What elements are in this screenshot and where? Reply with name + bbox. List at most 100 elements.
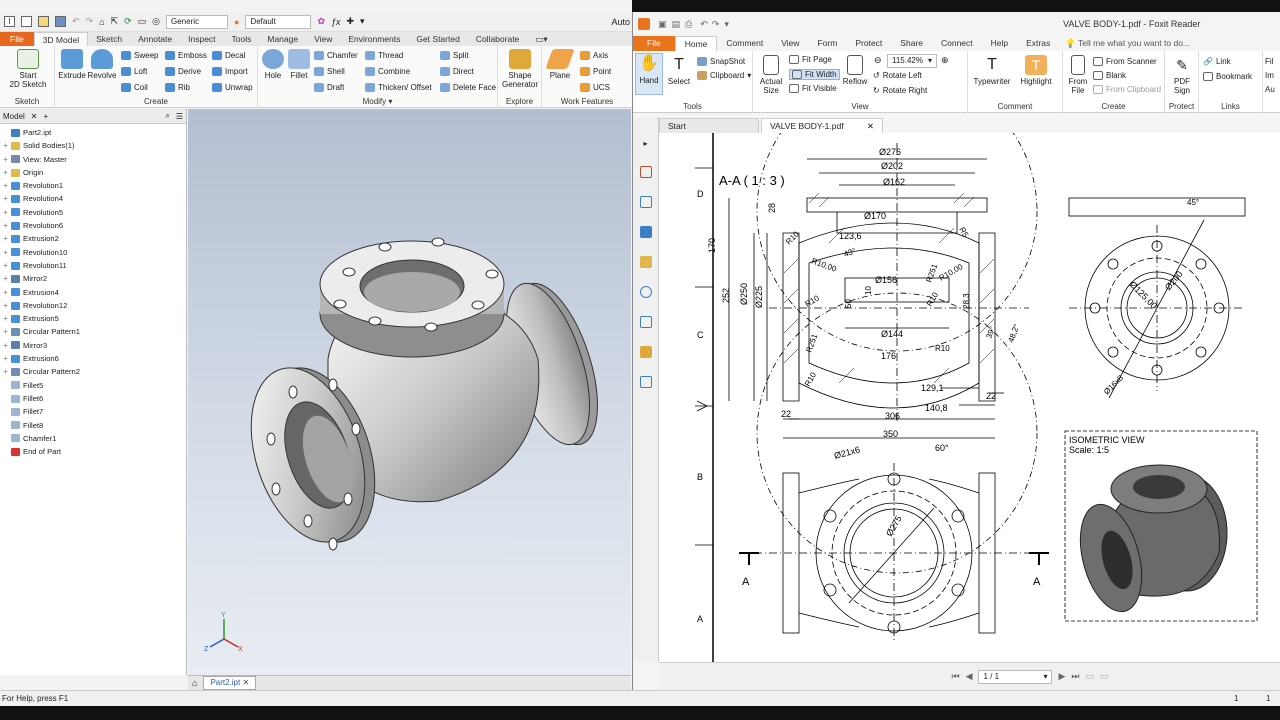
color-icon[interactable]: ✿ bbox=[317, 16, 325, 27]
pages-icon[interactable] bbox=[639, 166, 652, 178]
tab-annotate[interactable]: Annotate bbox=[130, 32, 180, 46]
tab-manage[interactable]: Manage bbox=[259, 32, 306, 46]
3d-viewport[interactable]: Y X Z bbox=[188, 109, 631, 675]
thumbnails-icon[interactable] bbox=[639, 196, 652, 208]
blank-button[interactable]: Blank bbox=[1093, 71, 1126, 80]
save-icon[interactable]: ▤ bbox=[672, 19, 681, 30]
appearance-dropdown[interactable]: Generic bbox=[166, 14, 228, 29]
rib-button[interactable]: Rib bbox=[165, 83, 190, 92]
expand-icon[interactable]: + bbox=[2, 365, 9, 378]
expand-icon[interactable]: + bbox=[2, 325, 9, 338]
fit-width-button[interactable]: Fit Width bbox=[789, 69, 840, 80]
home-icon[interactable]: ⌂ bbox=[99, 17, 104, 27]
tab-file[interactable]: File bbox=[633, 36, 675, 51]
lock-icon[interactable] bbox=[639, 346, 652, 358]
open-icon[interactable]: ▣ bbox=[658, 19, 667, 30]
expand-icon[interactable]: + bbox=[2, 192, 9, 205]
shell-button[interactable]: Shell bbox=[314, 67, 345, 76]
thread-button[interactable]: Thread bbox=[365, 51, 403, 60]
first-page-icon[interactable]: ⏮ bbox=[951, 671, 959, 682]
menu-icon[interactable]: ☰ bbox=[176, 112, 183, 121]
previous-page-icon[interactable]: ◀ bbox=[966, 671, 973, 682]
app-menu-icon[interactable]: I bbox=[4, 16, 15, 27]
browser-item[interactable]: + Revolution5 bbox=[2, 206, 186, 219]
group-modify-label[interactable]: Modify ▾ bbox=[258, 97, 497, 106]
browser-item[interactable]: Part2.ipt bbox=[2, 126, 186, 139]
facing-view-icon[interactable]: ▭ bbox=[1100, 671, 1109, 682]
dropdown-icon[interactable]: ▾ bbox=[360, 16, 365, 27]
tab-inspect[interactable]: Inspect bbox=[180, 32, 223, 46]
draft-button[interactable]: Draft bbox=[314, 83, 344, 92]
browser-item[interactable]: Fillet7 bbox=[2, 405, 186, 418]
undo-icon[interactable]: ↶ bbox=[72, 16, 80, 27]
sweep-button[interactable]: Sweep bbox=[121, 51, 158, 60]
rotate-left-button[interactable]: ↺ Rotate Left bbox=[873, 71, 922, 80]
hand-button[interactable]: ✋ Hand bbox=[635, 53, 663, 95]
last-page-icon[interactable]: ⏭ bbox=[1071, 671, 1079, 682]
open-icon[interactable] bbox=[38, 16, 49, 27]
browser-item[interactable]: + Revolution6 bbox=[2, 219, 186, 232]
browser-item[interactable]: Chamfer1 bbox=[2, 432, 186, 445]
tab-form[interactable]: Form bbox=[809, 36, 847, 51]
expand-icon[interactable]: + bbox=[2, 232, 9, 245]
browser-item[interactable]: + Mirror3 bbox=[2, 339, 186, 352]
save-icon[interactable] bbox=[55, 16, 66, 27]
direct-button[interactable]: Direct bbox=[440, 67, 474, 76]
attachment-icon[interactable] bbox=[639, 286, 652, 298]
tab-collaborate[interactable]: Collaborate bbox=[468, 32, 527, 46]
expand-icon[interactable]: + bbox=[2, 339, 9, 352]
axis-button[interactable]: Axis bbox=[580, 51, 608, 60]
expand-icon[interactable]: + bbox=[2, 139, 9, 152]
continuous-view-icon[interactable]: ▭ bbox=[1086, 671, 1095, 682]
snapshot-button[interactable]: SnapShot bbox=[697, 57, 745, 66]
tab-get-started[interactable]: Get Started bbox=[408, 32, 467, 46]
extrude-button[interactable]: Extrude bbox=[57, 49, 87, 80]
shape-generator-button[interactable]: Shape Generator bbox=[500, 49, 540, 89]
expand-icon[interactable]: + bbox=[2, 246, 9, 259]
browser-item[interactable]: + Revolution12 bbox=[2, 299, 186, 312]
revolve-button[interactable]: Revolve bbox=[87, 49, 117, 80]
fillet-button[interactable]: Fillet bbox=[286, 49, 312, 80]
browser-item[interactable]: + Circular Pattern1 bbox=[2, 325, 186, 338]
emboss-button[interactable]: Emboss bbox=[165, 51, 207, 60]
fit-page-button[interactable]: Fit Page bbox=[789, 55, 832, 64]
file-attach-button[interactable]: Fil bbox=[1265, 57, 1273, 66]
new-icon[interactable] bbox=[21, 16, 32, 27]
tab-sketch[interactable]: Sketch bbox=[88, 32, 130, 46]
from-file-button[interactable]: From File bbox=[1065, 55, 1091, 95]
plane-button[interactable]: Plane bbox=[544, 49, 576, 80]
browser-item[interactable]: End of Part bbox=[2, 445, 186, 458]
browser-item[interactable]: Fillet8 bbox=[2, 419, 186, 432]
redo-icon[interactable]: ↷ bbox=[86, 16, 94, 27]
browser-item[interactable]: Fillet5 bbox=[2, 379, 186, 392]
signature-icon[interactable] bbox=[639, 316, 652, 328]
from-clipboard-button[interactable]: From Clipboard bbox=[1093, 85, 1161, 94]
combine-button[interactable]: Combine bbox=[365, 67, 410, 76]
expand-icon[interactable]: + bbox=[2, 259, 9, 272]
zoom-in-icon[interactable]: ⊕ bbox=[941, 55, 949, 66]
material-dropdown[interactable]: Default bbox=[245, 14, 312, 29]
tag-icon[interactable] bbox=[639, 376, 652, 388]
expand-icon[interactable]: + bbox=[2, 312, 9, 325]
layers-icon[interactable] bbox=[639, 226, 652, 238]
home-tab-icon[interactable]: ⌂ bbox=[192, 678, 197, 688]
pdf-sign-button[interactable]: ✎ PDF Sign bbox=[1168, 55, 1196, 95]
browser-item[interactable]: Fillet6 bbox=[2, 392, 186, 405]
expand-panel-icon[interactable]: ▸ bbox=[633, 139, 658, 148]
coil-button[interactable]: Coil bbox=[121, 83, 148, 92]
appearance-icon[interactable]: ◎ bbox=[152, 16, 160, 27]
tab-connect[interactable]: Connect bbox=[932, 36, 982, 51]
add-tab-icon[interactable]: + bbox=[44, 112, 49, 121]
expand-icon[interactable]: + bbox=[2, 166, 9, 179]
chamfer-button[interactable]: Chamfer bbox=[314, 51, 358, 60]
bookmark-button[interactable]: Bookmark bbox=[1203, 72, 1252, 81]
unwrap-button[interactable]: Unwrap bbox=[212, 83, 253, 92]
browser-item[interactable]: + Extrusion5 bbox=[2, 312, 186, 325]
expand-icon[interactable]: + bbox=[2, 299, 9, 312]
from-scanner-button[interactable]: From Scanner bbox=[1093, 57, 1157, 66]
browser-item[interactable]: + Extrusion4 bbox=[2, 286, 186, 299]
expand-icon[interactable]: + bbox=[2, 352, 9, 365]
close-icon[interactable]: ✕ bbox=[31, 112, 38, 121]
image-button[interactable]: Im bbox=[1265, 71, 1274, 80]
expand-icon[interactable]: + bbox=[2, 179, 9, 192]
